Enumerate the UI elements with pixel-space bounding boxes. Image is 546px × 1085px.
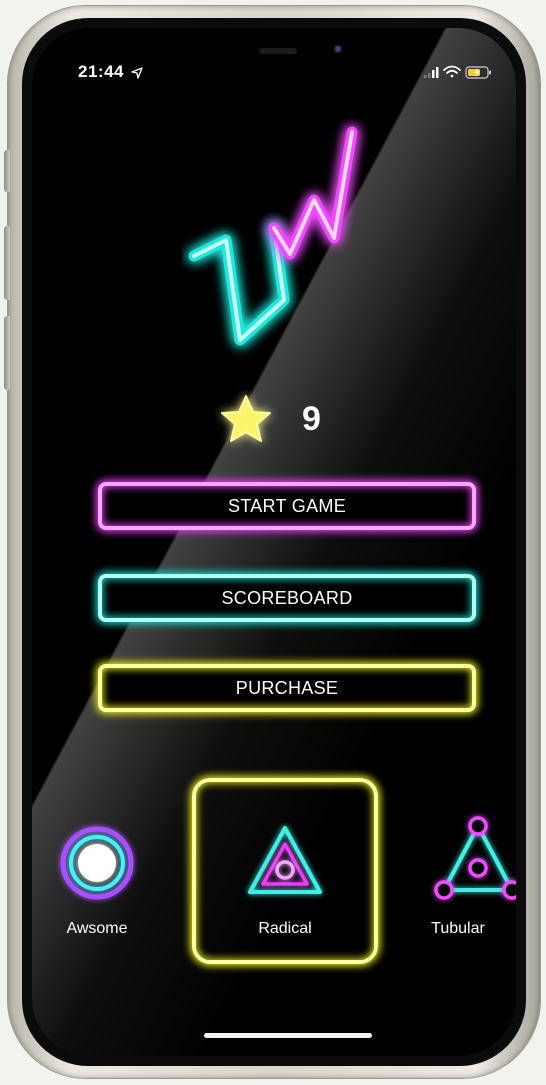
- mute-switch: [4, 150, 10, 192]
- notch: [196, 28, 352, 62]
- status-icons: [424, 65, 491, 79]
- star-count: 9: [302, 400, 321, 438]
- neon-zigzag-logo: [188, 126, 358, 346]
- location-arrow-icon: [131, 66, 143, 79]
- battery-charging-icon: [465, 66, 491, 79]
- wifi-icon: [443, 65, 461, 78]
- skin-radical[interactable]: Radical: [212, 818, 358, 958]
- cellular-signal-icon: [424, 67, 439, 78]
- skin-label-radical: Radical: [258, 920, 312, 937]
- neon-triangle-nodes-icon: [434, 816, 516, 900]
- skin-awsome[interactable]: Awsome: [32, 818, 162, 958]
- skin-label-awsome: Awsome: [66, 920, 128, 937]
- front-camera: [334, 45, 342, 53]
- scoreboard-button[interactable]: SCOREBOARD: [98, 574, 476, 622]
- neon-triangle-circle-icon: [248, 826, 322, 894]
- volume-up-button: [4, 226, 10, 300]
- neon-circle-icon: [60, 826, 134, 900]
- stars-counter: 9: [212, 390, 372, 450]
- earpiece-speaker: [259, 48, 297, 54]
- skin-label-tubular: Tubular: [431, 920, 485, 937]
- phone-screen: 21:44 9 START GAME SCOREBOARD PURCHASE A…: [32, 28, 516, 1056]
- status-time: 21:44: [78, 62, 143, 82]
- purchase-button[interactable]: PURCHASE: [98, 664, 476, 712]
- home-indicator[interactable]: [204, 1033, 372, 1038]
- skin-tubular[interactable]: Tubular: [402, 816, 516, 958]
- status-time-text: 21:44: [78, 62, 124, 81]
- volume-down-button: [4, 316, 10, 390]
- start-game-button[interactable]: START GAME: [98, 482, 476, 530]
- star-icon: [221, 395, 271, 442]
